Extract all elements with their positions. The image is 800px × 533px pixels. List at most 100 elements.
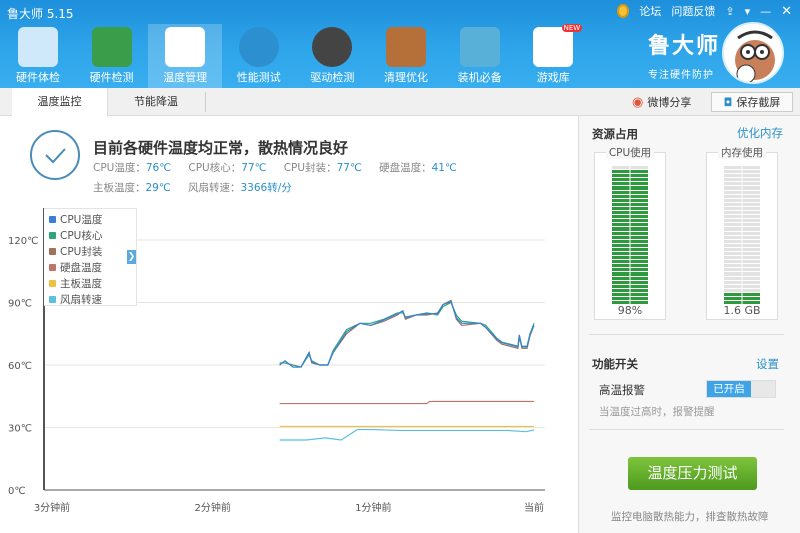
- weibo-share-button[interactable]: ◉ 微博分享: [632, 94, 691, 110]
- nav-label: 清理优化: [384, 71, 428, 84]
- nav-monitor[interactable]: 硬件体检: [1, 24, 75, 88]
- stress-test-button[interactable]: 温度压力测试: [628, 457, 757, 490]
- usage-bar-segment: [612, 256, 648, 260]
- settings-link[interactable]: 设置: [756, 356, 779, 372]
- legend-swatch: [49, 231, 56, 239]
- usage-bar-segment: [724, 276, 760, 280]
- nav-speedometer[interactable]: 性能测试: [222, 24, 296, 88]
- series-line-CPU温度: [279, 300, 535, 368]
- nav-label: 硬件检测: [89, 71, 134, 84]
- usage-bar-segment: [724, 174, 760, 178]
- menu-icon[interactable]: ▾: [745, 5, 751, 18]
- legend-item[interactable]: CPU温度: [49, 211, 136, 227]
- usage-bar-segment: [612, 284, 648, 288]
- brand-name: 鲁大师: [648, 34, 721, 59]
- usage-bar-segment: [724, 182, 760, 186]
- mascot-avatar: [722, 22, 784, 84]
- legend-collapse-arrow[interactable]: ❯: [127, 250, 136, 264]
- legend-item[interactable]: CPU核心: [49, 227, 136, 243]
- usage-bar-segment: [612, 186, 648, 190]
- new-badge: NEW: [561, 24, 583, 32]
- y-tick-label: 60℃: [8, 361, 32, 372]
- usage-bar-segment: [724, 198, 760, 202]
- legend-item[interactable]: CPU封装: [49, 243, 136, 259]
- usage-bar-segment: [612, 174, 648, 178]
- high-temp-alarm-toggle[interactable]: 已开启: [706, 380, 776, 398]
- nav-label: 性能测试: [236, 71, 281, 84]
- legend-item[interactable]: 主板温度: [49, 275, 136, 291]
- nav-driver-gear[interactable]: 驱动检测: [295, 24, 369, 88]
- nav-gamepad[interactable]: 游戏库 NEW: [516, 24, 590, 88]
- usage-bar-segment: [724, 284, 760, 288]
- gamepad-icon: [533, 27, 574, 67]
- save-label: 保存截屏: [736, 96, 781, 109]
- usage-bar-segment: [612, 280, 648, 284]
- nav-cube[interactable]: 装机必备: [443, 24, 517, 88]
- usage-bar-segment: [724, 223, 760, 227]
- thermometer-icon: [165, 27, 206, 67]
- usage-bar-segment: [724, 202, 760, 206]
- usage-bar-segment: [612, 223, 648, 227]
- tab-energy-cooling[interactable]: 节能降温: [108, 88, 204, 116]
- legend-item[interactable]: 硬盘温度: [49, 259, 136, 275]
- legend-item[interactable]: 风扇转速: [49, 291, 136, 307]
- medal-icon[interactable]: [617, 4, 630, 18]
- usage-bar-segment: [612, 260, 648, 264]
- usage-bar-segment: [612, 297, 648, 301]
- usage-bar-segment: [612, 227, 648, 231]
- usage-bar-segment: [724, 297, 760, 301]
- y-tick-label: 90℃: [8, 299, 32, 310]
- fan-speed-value: 3366转/分: [240, 182, 292, 194]
- usage-bar-segment: [612, 219, 648, 223]
- chart-legend: CPU温度 CPU核心 CPU封装硬盘温度主板温度 风扇转速: [44, 208, 137, 306]
- cpu-package-value: 77℃: [336, 162, 362, 174]
- disk-temp-value: 41℃: [431, 162, 457, 174]
- nav-broom[interactable]: 清理优化: [369, 24, 443, 88]
- x-tick-label: 2分钟前: [194, 501, 230, 514]
- forum-link[interactable]: 论坛: [639, 3, 661, 19]
- usage-bar-segment: [724, 215, 760, 219]
- graphics-card-icon: [91, 27, 132, 67]
- usage-bar-segment: [724, 186, 760, 190]
- usage-bar-segment: [724, 178, 760, 182]
- usage-bar-segment: [612, 211, 648, 215]
- upload-icon[interactable]: ⇪: [725, 5, 734, 18]
- legend-label: 主板温度: [60, 277, 102, 290]
- usage-bar-segment: [612, 272, 648, 276]
- legend-swatch: [49, 263, 56, 271]
- usage-bar-segment: [612, 231, 648, 235]
- metrics-row-2: 主板温度：29℃ 风扇转速：3366转/分: [93, 182, 292, 194]
- usage-bar-segment: [612, 166, 648, 170]
- usage-bar-segment: [724, 251, 760, 256]
- save-screenshot-button[interactable]: ◘ 保存截屏: [711, 92, 793, 112]
- feedback-link[interactable]: 问题反馈: [671, 3, 715, 19]
- legend-label: 硬盘温度: [60, 261, 102, 274]
- nav-label: 温度管理: [163, 71, 208, 84]
- toggle-state: 已开启: [707, 381, 751, 397]
- close-icon[interactable]: ✕: [781, 4, 792, 19]
- minimize-icon[interactable]: —: [760, 5, 771, 18]
- usage-bar-segment: [724, 206, 760, 211]
- cpu-usage-gauge: CPU使用 98%: [594, 147, 666, 320]
- usage-bar-segment: [724, 166, 760, 170]
- board-temp-value: 29℃: [145, 182, 171, 194]
- nav-graphics-card[interactable]: 硬件检测: [75, 24, 149, 88]
- usage-bar-segment: [612, 264, 648, 268]
- usage-bar-segment: [612, 247, 648, 251]
- legend-swatch: [49, 279, 56, 287]
- usage-bar-segment: [612, 251, 648, 256]
- tab-temperature-monitor[interactable]: 温度监控: [12, 88, 108, 117]
- divider: [589, 429, 784, 430]
- cube-icon: [459, 27, 500, 67]
- nav-label: 硬件体检: [16, 71, 60, 84]
- optimize-memory-link[interactable]: 优化内存: [737, 125, 783, 141]
- usage-bar-segment: [724, 292, 760, 296]
- x-tick-label: 当前: [524, 501, 544, 514]
- memory-usage-label: 内存使用: [718, 147, 766, 159]
- usage-bar-segment: [612, 206, 648, 211]
- usage-bar-segment: [612, 194, 648, 198]
- nav-thermometer[interactable]: 温度管理: [148, 24, 223, 88]
- usage-bar-segment: [612, 182, 648, 186]
- speedometer-icon: [238, 27, 279, 67]
- usage-bar-segment: [724, 227, 760, 231]
